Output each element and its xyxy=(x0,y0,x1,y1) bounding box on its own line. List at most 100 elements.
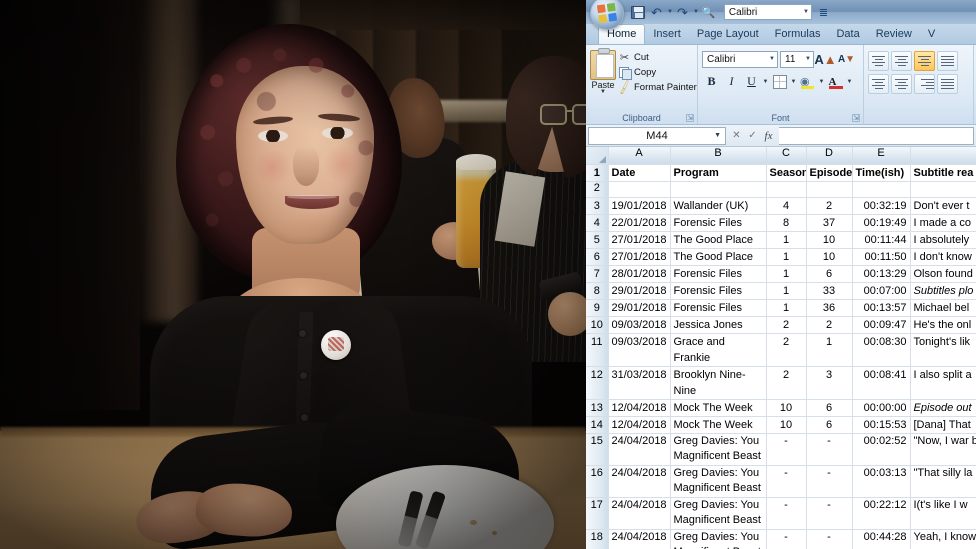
cell-episode[interactable]: 2 xyxy=(806,316,853,334)
row-header[interactable]: 12 xyxy=(586,366,609,400)
underline-dropdown-icon[interactable]: ▼ xyxy=(762,79,769,85)
cell-program[interactable]: The Good Place xyxy=(670,248,767,266)
cell-program[interactable] xyxy=(670,181,767,198)
cell-date[interactable]: 27/01/2018 xyxy=(608,248,671,266)
shrink-font-button[interactable]: A ▼ xyxy=(837,50,856,68)
quick-font-box[interactable]: Calibri ▼ xyxy=(723,4,812,20)
cell-date[interactable]: 24/04/2018 xyxy=(608,433,671,466)
increase-indent-button[interactable] xyxy=(937,74,958,94)
cell-program[interactable]: The Good Place xyxy=(670,231,767,249)
chevron-down-icon[interactable]: ▼ xyxy=(803,9,809,15)
cell-subtitle[interactable]: Yeah, I know xyxy=(910,529,976,549)
cell-program[interactable]: Forensic Files xyxy=(670,214,767,232)
cell-date[interactable]: 12/04/2018 xyxy=(608,399,671,417)
cell-date[interactable]: 24/04/2018 xyxy=(608,529,671,549)
cell-date[interactable] xyxy=(608,181,671,198)
tab-page-layout[interactable]: Page Layout xyxy=(689,25,767,44)
print-preview-button[interactable]: 🔍 xyxy=(700,4,717,21)
cell-subtitle[interactable]: Olson found xyxy=(910,265,976,283)
cell-time[interactable]: 00:44:28 xyxy=(852,529,911,549)
cell-episode[interactable]: - xyxy=(806,433,853,466)
cell-date[interactable]: 27/01/2018 xyxy=(608,231,671,249)
cell-program[interactable]: Greg Davies: You Magnificent Beast xyxy=(670,497,767,530)
grow-font-button[interactable]: A ▲ xyxy=(814,50,836,68)
cell-subtitle[interactable]: Episode out xyxy=(910,399,976,417)
cell-date[interactable]: 29/01/2018 xyxy=(608,299,671,317)
column-header-d[interactable]: D xyxy=(806,147,853,165)
cell-subtitle[interactable]: [Dana] That xyxy=(910,416,976,434)
font-dialog-launcher[interactable]: ⇲ xyxy=(852,114,860,122)
cell-time[interactable]: 00:03:13 xyxy=(852,465,911,498)
table-row[interactable]: 12 31/03/2018 Brooklyn Nine-Nine 2 3 00:… xyxy=(586,366,976,400)
cell-subtitle[interactable]: Subtitle rea xyxy=(910,164,976,182)
table-row[interactable]: 10 09/03/2018 Jessica Jones 2 2 00:09:47… xyxy=(586,316,976,334)
tab-view[interactable]: V xyxy=(920,25,943,44)
table-row[interactable]: 11 09/03/2018 Grace and Frankie 2 1 00:0… xyxy=(586,333,976,367)
cell-episode[interactable]: 1 xyxy=(806,333,853,367)
row-header[interactable]: 13 xyxy=(586,399,609,417)
cell-subtitle[interactable]: Michael bel xyxy=(910,299,976,317)
cell-subtitle[interactable]: Tonight's lik xyxy=(910,333,976,367)
cell-subtitle[interactable]: I(t's like I w xyxy=(910,497,976,530)
name-box[interactable]: M44 ▼ xyxy=(588,126,726,145)
cell-subtitle[interactable]: I absolutely xyxy=(910,231,976,249)
cell-subtitle[interactable]: "Now, I war break a pro xyxy=(910,433,976,466)
table-row[interactable]: 14 12/04/2018 Mock The Week 10 6 00:15:5… xyxy=(586,416,976,434)
cell-season[interactable]: 1 xyxy=(766,231,807,249)
table-row[interactable]: 9 29/01/2018 Forensic Files 1 36 00:13:5… xyxy=(586,299,976,317)
cell-season[interactable]: 2 xyxy=(766,333,807,367)
cell-time[interactable]: 00:15:53 xyxy=(852,416,911,434)
chevron-down-icon[interactable]: ▼ xyxy=(714,132,721,139)
table-row[interactable]: 18 24/04/2018 Greg Davies: You Magnifice… xyxy=(586,529,976,549)
cell-time[interactable]: Time(ish) xyxy=(852,164,911,182)
cell-episode[interactable]: 10 xyxy=(806,248,853,266)
redo-dropdown-icon[interactable]: ▼ xyxy=(693,9,699,15)
cell-season[interactable]: 8 xyxy=(766,214,807,232)
office-button[interactable] xyxy=(588,0,628,30)
cell-episode[interactable]: 2 xyxy=(806,197,853,215)
cell-season[interactable]: 1 xyxy=(766,282,807,300)
borders-button[interactable] xyxy=(770,72,789,91)
bold-button[interactable]: B xyxy=(702,72,721,91)
cell-season[interactable]: 2 xyxy=(766,366,807,400)
cell-time[interactable]: 00:02:52 xyxy=(852,433,911,466)
cell-season[interactable]: 2 xyxy=(766,316,807,334)
cell-subtitle[interactable]: Don't ever t xyxy=(910,197,976,215)
cell-date[interactable]: 22/01/2018 xyxy=(608,214,671,232)
cell-date[interactable]: 28/01/2018 xyxy=(608,265,671,283)
customize-qat-icon[interactable]: ≣ xyxy=(819,6,828,19)
tab-data[interactable]: Data xyxy=(828,25,867,44)
cell-date[interactable]: Date xyxy=(608,164,671,182)
table-row[interactable]: 3 19/01/2018 Wallander (UK) 4 2 00:32:19… xyxy=(586,197,976,215)
cell-episode[interactable]: 3 xyxy=(806,366,853,400)
table-row[interactable]: 8 29/01/2018 Forensic Files 1 33 00:07:0… xyxy=(586,282,976,300)
column-header-a[interactable]: A xyxy=(608,147,671,165)
enter-formula-button[interactable]: ✓ xyxy=(745,128,760,144)
borders-dropdown-icon[interactable]: ▼ xyxy=(790,79,797,85)
cell-time[interactable]: 00:13:57 xyxy=(852,299,911,317)
cell-program[interactable]: Brooklyn Nine-Nine xyxy=(670,366,767,400)
paste-dropdown-icon[interactable]: ▼ xyxy=(600,89,606,95)
cell-program[interactable]: Jessica Jones xyxy=(670,316,767,334)
underline-button[interactable]: U xyxy=(742,72,761,91)
cell-date[interactable]: 12/04/2018 xyxy=(608,416,671,434)
cell-season[interactable]: 4 xyxy=(766,197,807,215)
cell-program[interactable]: Grace and Frankie xyxy=(670,333,767,367)
cell-time[interactable]: 00:07:00 xyxy=(852,282,911,300)
cell-episode[interactable] xyxy=(806,181,853,198)
insert-function-button[interactable]: fx xyxy=(761,128,776,144)
cell-date[interactable]: 19/01/2018 xyxy=(608,197,671,215)
cell-date[interactable]: 29/01/2018 xyxy=(608,282,671,300)
cell-program[interactable]: Forensic Files xyxy=(670,282,767,300)
row-header[interactable]: 7 xyxy=(586,265,609,283)
table-row[interactable]: 15 24/04/2018 Greg Davies: You Magnifice… xyxy=(586,433,976,466)
copy-button[interactable]: Copy xyxy=(618,66,697,80)
format-painter-button[interactable]: 🖌 Format Painter xyxy=(616,80,697,96)
select-all-corner[interactable] xyxy=(586,147,609,165)
cell-time[interactable]: 00:08:30 xyxy=(852,333,911,367)
tab-insert[interactable]: Insert xyxy=(645,25,689,44)
cell-time[interactable]: 00:11:50 xyxy=(852,248,911,266)
cell-episode[interactable]: 6 xyxy=(806,399,853,417)
bottom-align-button[interactable] xyxy=(914,51,935,71)
row-header[interactable]: 16 xyxy=(586,465,609,498)
